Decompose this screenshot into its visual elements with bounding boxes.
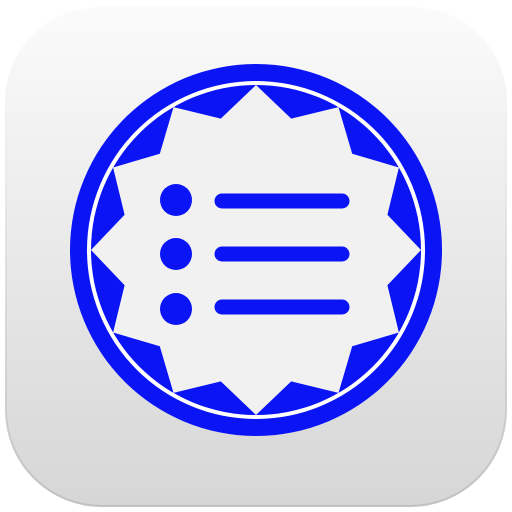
list-bullet [160, 238, 192, 270]
list-app-icon[interactable] [0, 0, 512, 512]
list-bullet [160, 293, 192, 325]
bulleted-list-icon [160, 184, 350, 325]
list-bullet [160, 184, 192, 216]
app-icon-canvas [0, 0, 512, 512]
app-icon-graphic [5, 5, 507, 507]
